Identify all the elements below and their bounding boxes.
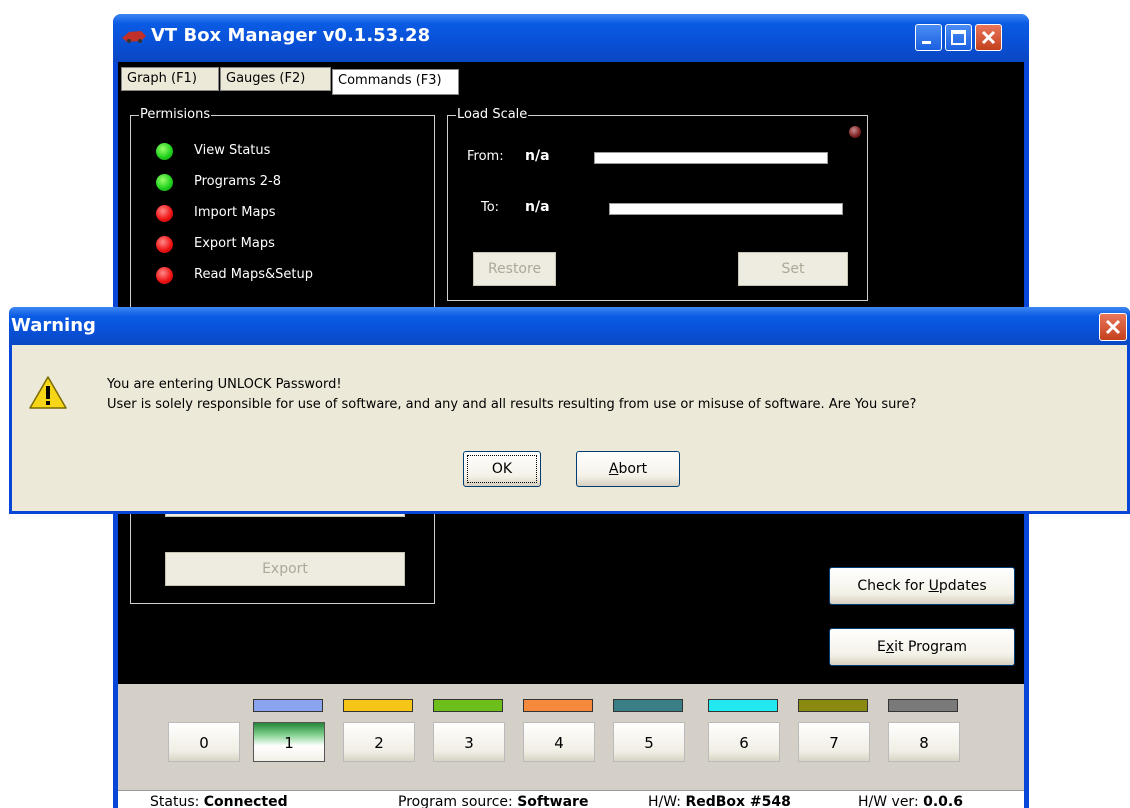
dialog-title-bar[interactable]: Warning xyxy=(9,307,1130,345)
program-button-6[interactable]: 6 xyxy=(708,722,780,762)
program-color-swatch xyxy=(343,699,413,712)
check-updates-button[interactable]: Check for Updates xyxy=(829,567,1015,605)
to-label: To: xyxy=(481,200,500,215)
restore-button[interactable]: Restore xyxy=(473,252,556,286)
abort-button[interactable]: Abort xyxy=(576,451,680,487)
from-label: From: xyxy=(467,149,504,164)
status-bar: Status: Connected Program source: Softwa… xyxy=(118,790,1024,808)
permissions-legend: Permisions xyxy=(139,107,212,122)
program-color-swatch xyxy=(613,699,683,712)
program-color-swatch xyxy=(798,699,868,712)
program-color-swatch xyxy=(253,699,323,712)
program-selector: 0 1 2 3 4 5 6 7 8 xyxy=(118,684,1024,790)
close-icon xyxy=(981,30,996,45)
title-bar[interactable]: VT Box Manager v0.1.53.28 xyxy=(113,14,1029,62)
from-value: n/a xyxy=(525,148,550,164)
to-slider[interactable] xyxy=(609,203,843,215)
from-slider[interactable] xyxy=(594,152,828,164)
tab-graph[interactable]: Graph (F1) xyxy=(121,67,219,91)
ok-button[interactable]: OK xyxy=(463,451,541,487)
program-color-swatch xyxy=(523,699,593,712)
button-label: bort xyxy=(618,461,648,477)
program-color-swatch xyxy=(433,699,503,712)
load-scale-legend: Load Scale xyxy=(456,107,529,122)
exit-program-button[interactable]: Exit Program xyxy=(829,628,1015,666)
program-button-1[interactable]: 1 xyxy=(253,722,325,762)
button-label: x xyxy=(885,639,895,655)
dialog-message-line-2: User is solely responsible for use of so… xyxy=(107,397,917,412)
tab-commands[interactable]: Commands (F3) xyxy=(332,69,459,95)
tab-gauges[interactable]: Gauges (F2) xyxy=(220,67,331,91)
program-button-4[interactable]: 4 xyxy=(523,722,595,762)
minimize-button[interactable] xyxy=(915,24,942,51)
status-label: H/W: xyxy=(648,794,686,808)
status-hw-version: H/W ver: 0.0.6 xyxy=(858,794,963,808)
status-value: RedBox #548 xyxy=(685,794,791,808)
button-label: E xyxy=(876,639,886,655)
status-program-source: Program source: Software xyxy=(398,794,588,808)
status-led-icon xyxy=(156,174,173,191)
status-led-icon xyxy=(156,143,173,160)
program-button-8[interactable]: 8 xyxy=(888,722,960,762)
perm-label: Programs 2-8 xyxy=(194,174,281,189)
load-scale-group: Load Scale From: n/a To: n/a Restore Set xyxy=(447,107,868,301)
window-title: VT Box Manager v0.1.53.28 xyxy=(151,25,431,46)
perm-label: View Status xyxy=(194,143,271,158)
maximize-icon xyxy=(951,30,966,45)
button-label: U xyxy=(928,578,939,594)
program-button-7[interactable]: 7 xyxy=(798,722,870,762)
program-color-swatch xyxy=(708,699,778,712)
status-value: Software xyxy=(517,794,589,808)
status-led-icon xyxy=(156,236,173,253)
warning-icon xyxy=(29,376,67,409)
close-icon xyxy=(1105,319,1121,335)
status-led-icon xyxy=(156,205,173,222)
program-button-0[interactable]: 0 xyxy=(168,722,240,762)
maximize-button[interactable] xyxy=(945,24,972,51)
perm-label: Export Maps xyxy=(194,236,275,251)
button-label: A xyxy=(608,461,619,477)
status-label: Status: xyxy=(150,794,204,808)
perm-label: Import Maps xyxy=(194,205,276,220)
warning-dialog: Warning You are entering UNLOCK Password… xyxy=(9,307,1130,514)
status-led-icon xyxy=(156,267,173,284)
program-button-2[interactable]: 2 xyxy=(343,722,415,762)
program-button-3[interactable]: 3 xyxy=(433,722,505,762)
dialog-title: Warning xyxy=(11,315,96,336)
to-value: n/a xyxy=(525,199,550,215)
status-value: Connected xyxy=(203,794,288,808)
button-label: it Program xyxy=(894,639,968,655)
program-button-5[interactable]: 5 xyxy=(613,722,685,762)
set-button[interactable]: Set xyxy=(738,252,848,286)
app-icon xyxy=(122,31,146,43)
perm-label: Read Maps&Setup xyxy=(194,267,313,282)
status-label: H/W ver: xyxy=(858,794,924,808)
dialog-body: You are entering UNLOCK Password! User i… xyxy=(12,345,1127,511)
minimize-icon xyxy=(922,41,931,44)
button-label: pdates xyxy=(938,578,987,594)
dialog-message-line-1: You are entering UNLOCK Password! xyxy=(107,377,342,392)
program-color-swatch xyxy=(888,699,958,712)
dialog-close-button[interactable] xyxy=(1099,313,1127,341)
close-button[interactable] xyxy=(975,24,1002,51)
export-button[interactable]: Export xyxy=(165,552,405,586)
status-label: Program source: xyxy=(398,794,518,808)
status-value: 0.0.6 xyxy=(923,794,963,808)
status-hardware: H/W: RedBox #548 xyxy=(648,794,791,808)
status-connection: Status: Connected xyxy=(150,794,288,808)
indicator-led-icon xyxy=(849,126,861,138)
button-label: Check for xyxy=(857,578,929,594)
